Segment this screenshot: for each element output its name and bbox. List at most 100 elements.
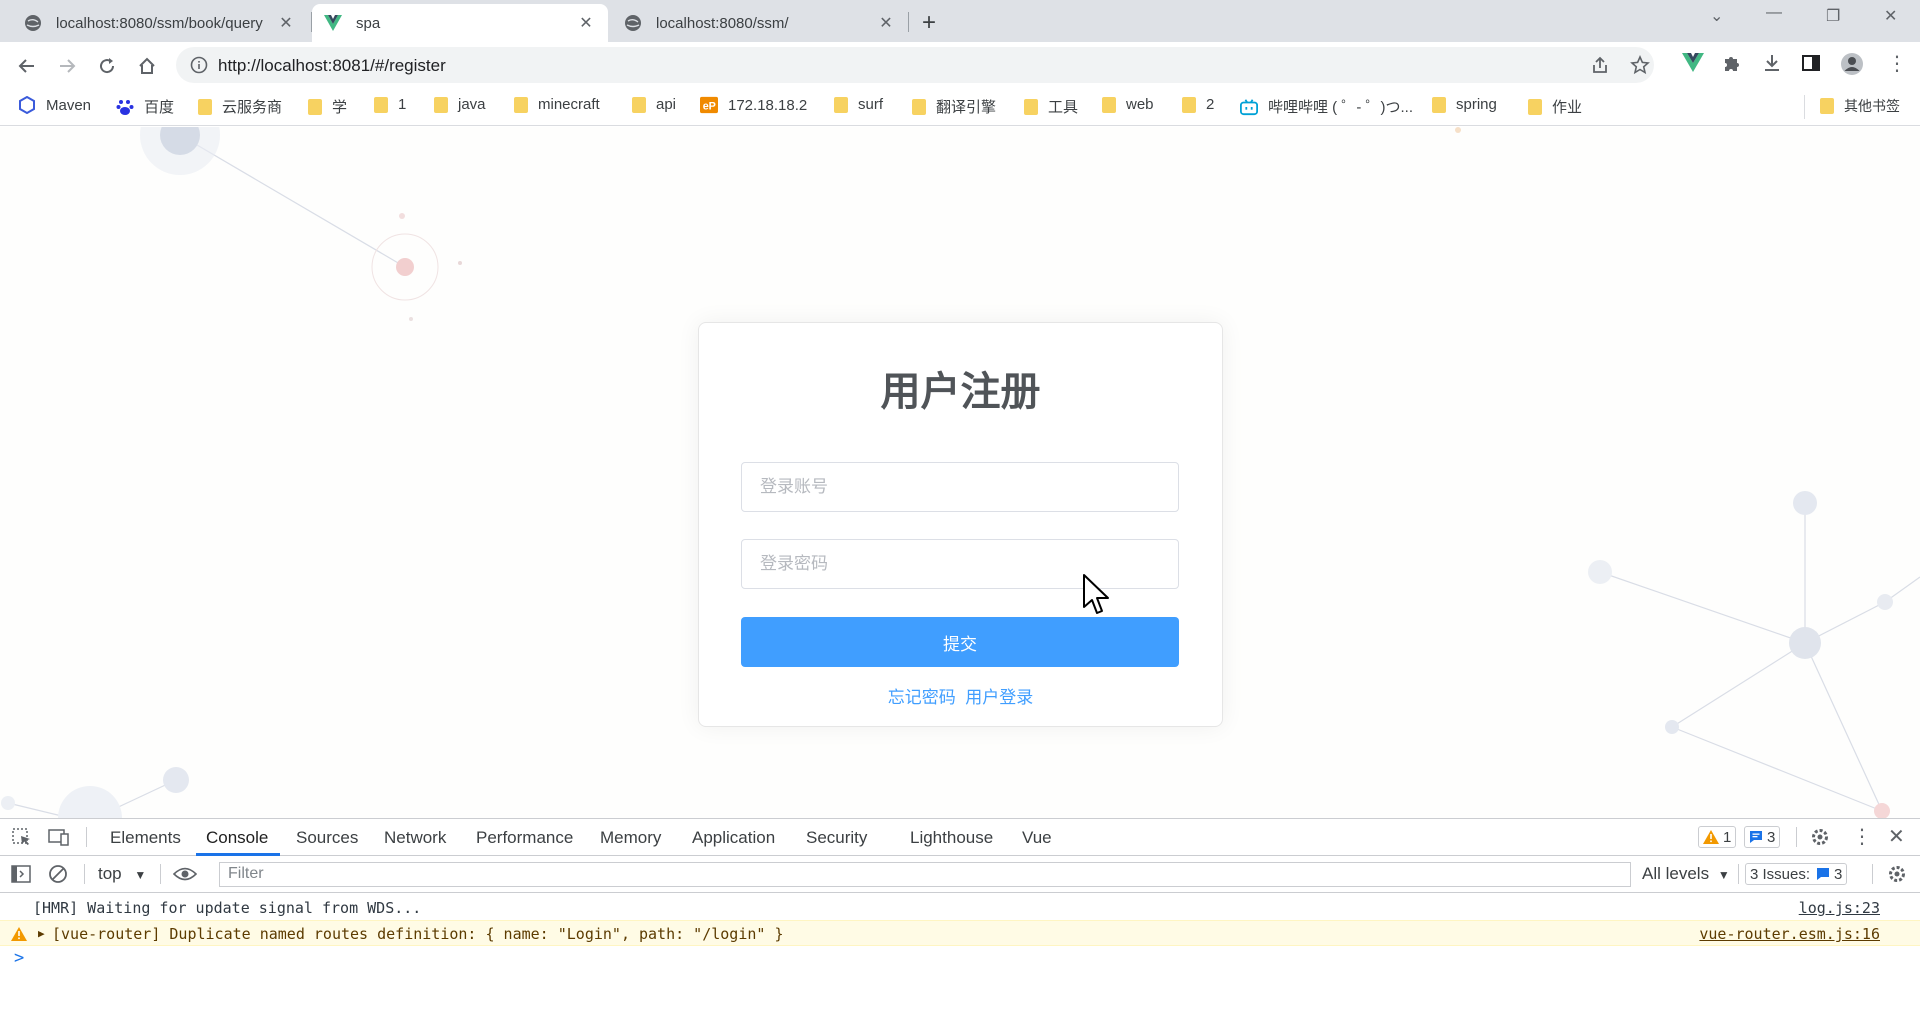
home-icon[interactable] [133,52,161,80]
user-login-link[interactable]: 用户登录 [965,688,1033,708]
star-icon[interactable] [1630,55,1650,80]
context-selector[interactable]: top ▼ [98,864,146,884]
close-icon[interactable]: ✕ [576,13,596,33]
bookmark-label: 百度 [144,99,175,116]
bookmark-label: web [1126,96,1154,113]
minimize-icon[interactable]: — [1766,4,1782,22]
bookmark-folder[interactable]: 2 [1182,96,1214,113]
bookmark-folder[interactable]: 作业 [1528,96,1582,117]
browser-tab[interactable]: localhost:8080/ssm/book/query ✕ [12,4,308,42]
side-panel-icon[interactable] [1801,53,1821,78]
back-icon[interactable] [13,52,41,80]
message-icon [1817,868,1830,880]
source-link[interactable]: log.js:23 [1799,899,1880,917]
tab-performance[interactable]: Performance [476,828,573,848]
browser-toolbar: http://localhost:8081/#/register [0,42,1920,88]
source-link[interactable]: vue-router.esm.js:16 [1699,925,1880,943]
share-icon[interactable] [1590,55,1610,80]
forward-icon[interactable] [53,52,81,80]
tab-network[interactable]: Network [384,828,446,848]
log-levels-dropdown[interactable]: All levels ▼ [1642,864,1730,884]
address-bar[interactable]: http://localhost:8081/#/register [176,47,1654,83]
console-filter-input[interactable]: Filter [219,862,1631,887]
warnings-badge[interactable]: 1 [1698,826,1737,848]
profile-icon[interactable] [1841,53,1863,80]
bookmark-item[interactable]: eP 172.18.18.2 [700,96,807,114]
bookmark-item[interactable]: 百度 [116,96,174,117]
forgot-password-link[interactable]: 忘记密码 [888,688,956,708]
extensions-icon[interactable] [1721,53,1741,78]
issues-count: 3 [1834,865,1843,883]
close-devtools-icon[interactable]: ✕ [1888,824,1905,849]
account-input[interactable] [742,463,1178,511]
expand-arrow-icon[interactable]: ▶ [38,927,45,940]
vue-devtools-icon[interactable] [1682,53,1704,78]
issues-button[interactable]: 3 Issues: 3 [1745,863,1848,885]
menu-icon[interactable]: ⋮ [1887,51,1907,76]
tab-application[interactable]: Application [692,828,775,848]
sidebar-toggle-icon[interactable] [11,864,31,889]
submit-button[interactable]: 提交 [741,617,1179,667]
console-message: [HMR] Waiting for update signal from WDS… [0,895,1920,921]
inspect-element-icon[interactable] [11,827,33,852]
window-close-icon[interactable]: ✕ [1884,6,1897,26]
console-settings-gear-icon[interactable] [1887,864,1907,889]
page-title: 用户注册 [880,369,1041,415]
close-icon[interactable]: ✕ [876,13,896,33]
restore-icon[interactable]: ❐ [1826,6,1840,26]
message-count: 3 [1767,828,1776,846]
other-bookmarks[interactable]: 其他书签 [1820,96,1900,116]
more-options-icon[interactable]: ⋮ [1852,824,1872,849]
bookmark-label: 1 [398,96,407,113]
reload-icon[interactable] [93,52,121,80]
browser-tab-active[interactable]: spa ✕ [312,4,608,42]
bookmark-folder[interactable]: surf [834,96,883,113]
bookmark-folder[interactable]: web [1102,96,1154,113]
tab-console[interactable]: Console [206,828,268,848]
bookmark-folder[interactable]: 翻译引擎 [912,96,996,117]
password-input[interactable] [742,540,1178,588]
tab-search-icon[interactable]: ⌄ [1710,6,1723,26]
messages-badge[interactable]: 3 [1744,826,1781,848]
tab-lighthouse[interactable]: Lighthouse [910,828,993,848]
tab-title: localhost:8080/ssm/ [656,14,789,32]
bookmark-item[interactable]: Maven [18,96,91,114]
browser-tab[interactable]: localhost:8080/ssm/ ✕ [612,4,908,42]
tab-sources[interactable]: Sources [296,828,358,848]
tab-memory[interactable]: Memory [600,828,661,848]
bookmark-folder[interactable]: api [632,96,676,113]
device-toolbar-icon[interactable] [48,827,70,852]
live-expression-eye-icon[interactable] [172,865,198,888]
bookmark-item[interactable]: 哔哩哔哩 ( ゜- ゜)つ... [1240,96,1413,117]
bookmark-folder[interactable]: 1 [374,96,406,113]
download-icon[interactable] [1762,53,1782,78]
tab-elements[interactable]: Elements [110,828,181,848]
bookmark-folder[interactable]: spring [1432,96,1497,113]
bookmark-label: 工具 [1048,99,1079,116]
tab-strip: localhost:8080/ssm/book/query ✕ spa ✕ lo… [0,0,1920,42]
bookmark-folder[interactable]: 学 [308,96,347,117]
bookmark-folder[interactable]: 云服务商 [198,96,282,117]
clear-console-icon[interactable] [48,864,68,889]
bookmark-folder[interactable]: 工具 [1024,96,1078,117]
bookmark-folder[interactable]: minecraft [514,96,600,113]
bookmark-folder[interactable]: java [434,96,486,113]
folder-icon [632,96,646,113]
page-viewport: 用户注册 提交 忘记密码 用户登录 [0,127,1920,818]
settings-gear-icon[interactable] [1810,827,1830,852]
dropdown-arrow-icon: ▼ [134,868,147,882]
toolbar-divider [86,827,87,847]
vue-icon [324,14,342,32]
console-message-text: [HMR] Waiting for update signal from WDS… [33,899,422,917]
new-tab-icon[interactable]: + [922,9,936,37]
register-card: 用户注册 提交 忘记密码 用户登录 [698,322,1223,727]
tab-vue[interactable]: Vue [1022,828,1052,848]
console-prompt[interactable]: > [14,948,24,968]
close-icon[interactable]: ✕ [276,13,296,33]
bookmark-label: api [656,96,677,113]
tab-security[interactable]: Security [806,828,867,848]
tab-title: spa [356,14,381,32]
bookmarks-divider [1804,95,1805,119]
bookmark-label: 云服务商 [222,99,283,116]
info-icon[interactable] [190,56,208,79]
